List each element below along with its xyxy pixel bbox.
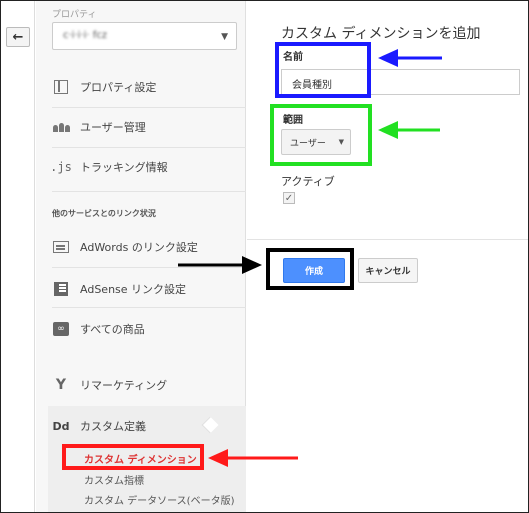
adwords-icon — [52, 239, 70, 255]
property-label: プロパティ — [52, 10, 97, 20]
section-label: 他のサービスとのリンク状況 — [52, 209, 156, 218]
dd-icon: Dd — [52, 419, 70, 433]
sub-item-custom-datasource[interactable]: カスタム データソース(ベータ版) — [84, 492, 234, 507]
sub-item-custom-metric[interactable]: カスタム指標 — [84, 472, 144, 487]
sidebar-item-label: すべての商品 — [80, 323, 145, 336]
check-icon: ✓ — [284, 192, 294, 204]
sidebar-item-remarketing[interactable]: Y リマーケティング — [52, 374, 167, 396]
sidebar-item-all-products[interactable]: ∞ すべての商品 — [52, 318, 145, 340]
remarketing-icon: Y — [55, 377, 67, 393]
sidebar-item-label: トラッキング情報 — [80, 161, 168, 174]
property-value: c·i·i·i· fcz — [63, 30, 107, 41]
sidebar-item-label: リマーケティング — [80, 379, 168, 392]
adsense-icon — [52, 281, 70, 297]
divider — [52, 147, 246, 148]
active-label: アクティブ — [281, 175, 335, 188]
sidebar-item-label: ユーザー管理 — [80, 121, 146, 134]
black-highlight-box — [266, 248, 354, 290]
sidebar: プロパティ c·i·i·i· fcz ▼ プロパティ設定 ユーザー管理 .js … — [36, 1, 246, 512]
divider — [52, 107, 246, 108]
back-button[interactable]: ← — [6, 27, 30, 47]
sidebar-item-user-management[interactable]: ユーザー管理 — [52, 116, 146, 138]
cancel-button[interactable]: キャンセル — [358, 258, 418, 283]
green-highlight-box — [270, 104, 372, 166]
sidebar-item-label: プロパティ設定 — [80, 81, 157, 94]
link-icon: ∞ — [52, 321, 70, 337]
back-column: ← — [1, 1, 35, 512]
divider — [52, 267, 246, 268]
js-icon: .js — [50, 160, 72, 174]
blue-highlight-box — [275, 42, 371, 98]
sidebar-item-adsense[interactable]: AdSense リンク設定 — [52, 278, 186, 300]
back-arrow-icon: ← — [12, 29, 24, 45]
sidebar-item-property-settings[interactable]: プロパティ設定 — [52, 76, 156, 98]
sidebar-item-label: カスタム定義 — [80, 420, 146, 433]
chevron-down-icon: ▼ — [221, 32, 228, 42]
divider — [52, 191, 246, 192]
sidebar-item-custom-definitions[interactable]: Dd カスタム定義 — [52, 415, 146, 437]
sidebar-item-label: AdSense リンク設定 — [80, 283, 187, 296]
active-checkbox[interactable]: ✓ — [283, 192, 295, 204]
sidebar-item-tracking-info[interactable]: .js トラッキング情報 — [50, 156, 168, 178]
property-select[interactable]: c·i·i·i· fcz ▼ — [52, 22, 237, 50]
page-title: カスタム ディメンションを追加 — [281, 26, 481, 42]
red-highlight-box — [62, 444, 204, 470]
property-settings-icon — [52, 79, 70, 95]
users-icon — [52, 119, 70, 135]
sidebar-item-label: AdWords のリンク設定 — [80, 241, 198, 254]
sidebar-item-adwords[interactable]: AdWords のリンク設定 — [52, 236, 198, 258]
divider — [52, 307, 246, 308]
divider — [247, 239, 528, 240]
